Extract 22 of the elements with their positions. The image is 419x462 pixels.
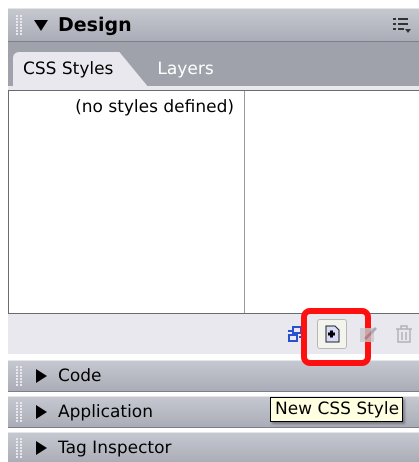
panel-header[interactable]: Tag Inspector [8, 432, 419, 462]
panel-title: Design [58, 14, 132, 36]
panel-title: Code [58, 366, 102, 386]
trash-icon [394, 324, 414, 344]
panel-title: Tag Inspector [58, 438, 172, 458]
panel-header[interactable]: Code [8, 360, 419, 392]
grip-icon[interactable] [16, 438, 24, 458]
right-triangle-icon[interactable] [34, 369, 48, 383]
down-triangle-icon[interactable] [34, 18, 48, 32]
grip-icon[interactable] [16, 366, 24, 386]
pencil-icon [358, 324, 378, 344]
panel-title: Application [58, 402, 153, 422]
tooltip: New CSS Style [270, 397, 404, 422]
grip-icon[interactable] [16, 402, 24, 422]
right-triangle-icon[interactable] [34, 405, 48, 419]
panel-header[interactable]: Design [8, 8, 419, 42]
tab[interactable]: CSS Styles [13, 52, 148, 86]
empty-message: (no styles defined) [75, 97, 234, 117]
options-menu-icon[interactable] [393, 17, 411, 33]
right-triangle-icon[interactable] [34, 441, 48, 455]
grip-icon[interactable] [16, 15, 24, 35]
new-style-button[interactable] [317, 319, 347, 349]
